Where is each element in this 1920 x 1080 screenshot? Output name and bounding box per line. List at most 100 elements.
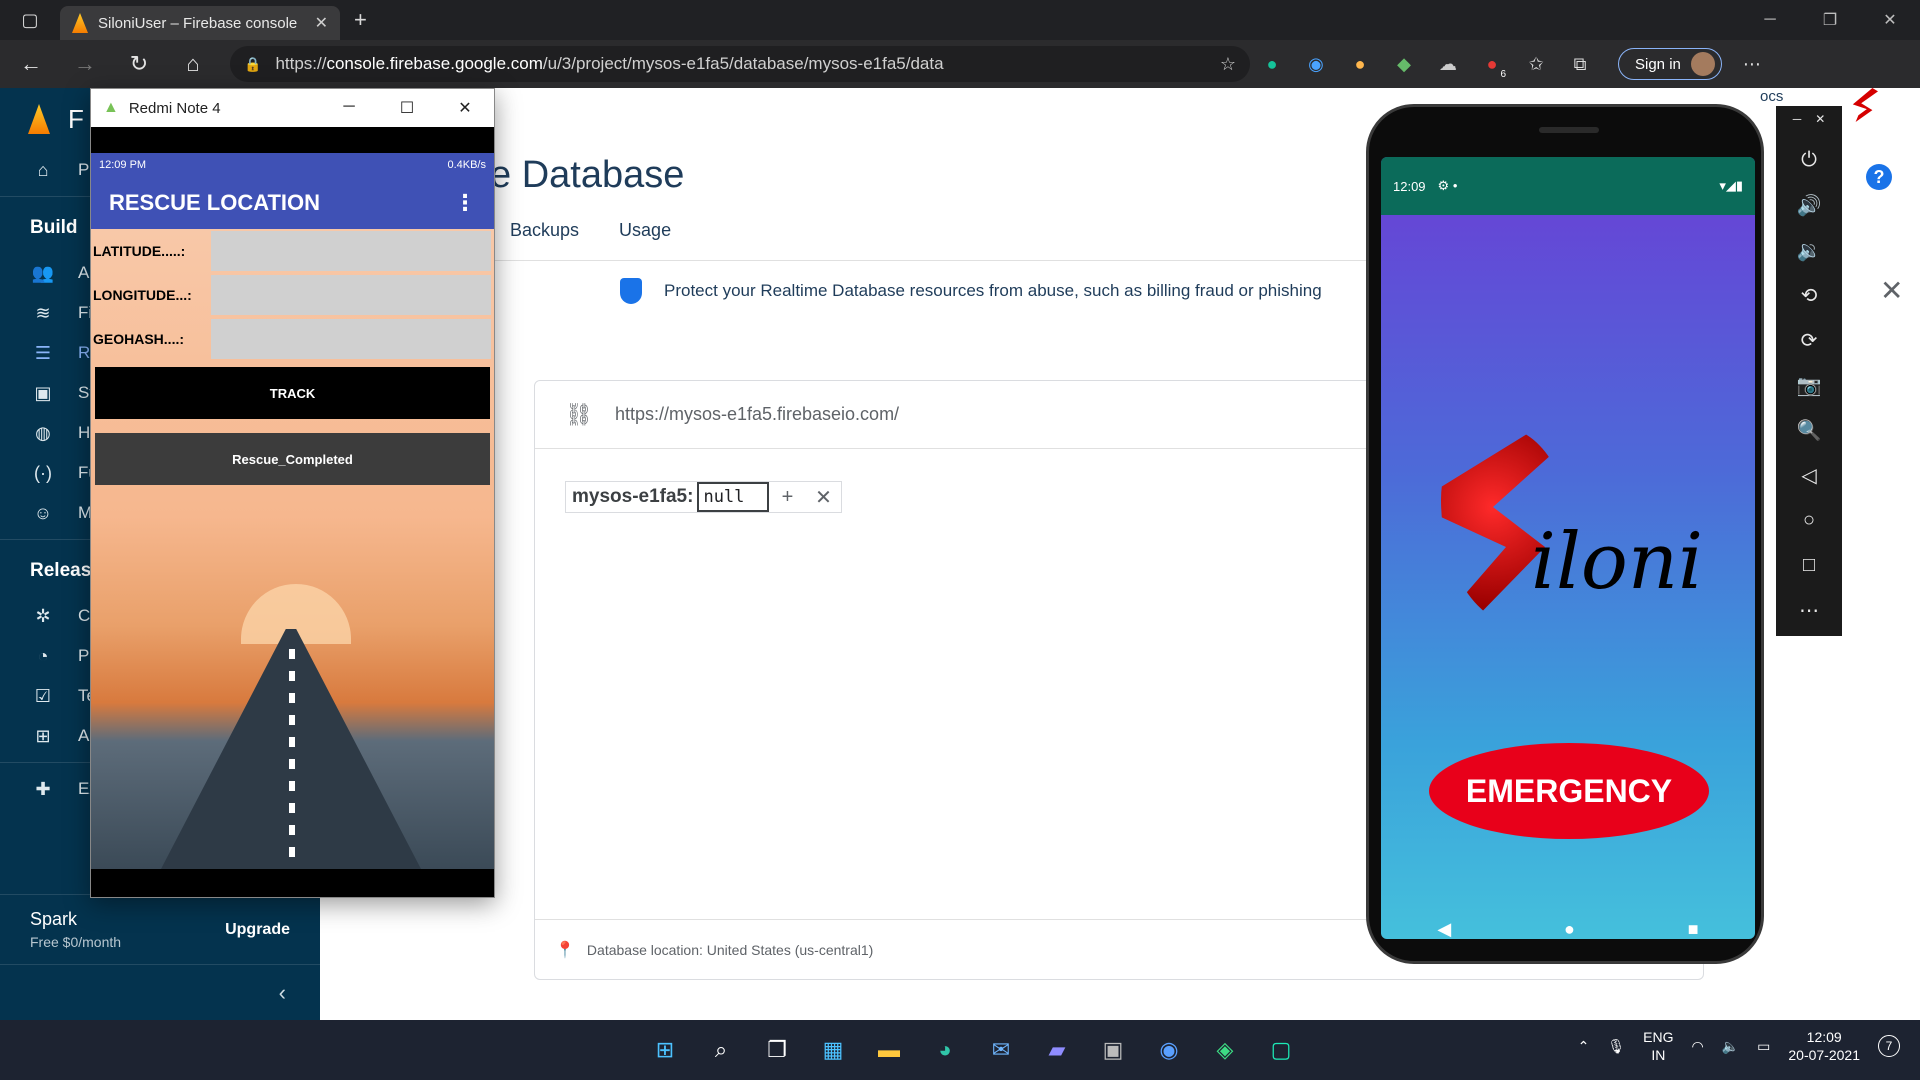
delete-node-icon[interactable]: ✕ xyxy=(805,485,841,510)
app-blue-icon[interactable]: ◉ xyxy=(1149,1030,1189,1070)
tab-actions-icon[interactable]: ▢ xyxy=(0,0,60,40)
browser-tab[interactable]: SiloniUser – Firebase console ✕ xyxy=(60,6,340,40)
language-indicator[interactable]: ENG IN xyxy=(1643,1028,1673,1064)
volume-up-icon[interactable]: 🔊 xyxy=(1797,183,1822,228)
tray-chevron-icon[interactable]: ⌃ xyxy=(1578,1038,1590,1055)
tab-backups[interactable]: Backups xyxy=(510,220,579,241)
zoom-icon[interactable]: 🔍 xyxy=(1797,408,1822,453)
emulator-screen: 12:09 ⚙ • ▾◢▮ iloni EMERGENCY xyxy=(1381,157,1755,939)
clock[interactable]: 12:09 20-07-2021 xyxy=(1788,1028,1860,1064)
nav-back-icon[interactable]: ◀ xyxy=(1437,919,1451,940)
battery-icon[interactable]: ▭ xyxy=(1757,1038,1770,1055)
node-value-input[interactable]: null xyxy=(697,482,770,512)
rescue-completed-button[interactable]: Rescue_Completed xyxy=(95,433,490,485)
redmi-title-bar[interactable]: ▲ Redmi Note 4 ─ ☐ ✕ xyxy=(91,89,494,127)
back-icon[interactable]: ← xyxy=(8,44,54,84)
banner-close-icon[interactable]: ✕ xyxy=(1880,274,1903,307)
volume-down-icon[interactable]: 🔉 xyxy=(1797,228,1822,273)
camera-icon[interactable]: 📷 xyxy=(1797,363,1822,408)
overview-square-icon[interactable]: □ xyxy=(1803,543,1815,588)
new-tab-icon[interactable]: + xyxy=(354,7,367,33)
brand-text: F xyxy=(68,103,84,134)
edge-icon[interactable]: ◕ xyxy=(925,1030,965,1070)
home-circle-icon[interactable]: ○ xyxy=(1803,498,1815,543)
task-view-icon[interactable]: ❐ xyxy=(757,1030,797,1070)
notification-badge[interactable]: 7 xyxy=(1878,1035,1900,1057)
speaker-icon[interactable]: 🔈 xyxy=(1722,1038,1739,1055)
app-green-icon[interactable]: ◈ xyxy=(1205,1030,1245,1070)
home-browser-icon[interactable]: ⌂ xyxy=(170,44,216,84)
app-teal-icon[interactable]: ▢ xyxy=(1261,1030,1301,1070)
add-child-icon[interactable]: + xyxy=(769,486,805,509)
overflow-menu-icon[interactable]: ⋮ xyxy=(454,190,476,216)
ml-icon: ☺ xyxy=(33,502,53,523)
clock-time: 12:09 xyxy=(1806,1029,1842,1045)
emulator-close-icon[interactable]: ✕ xyxy=(1815,112,1825,126)
sign-in-button[interactable]: Sign in xyxy=(1618,48,1722,80)
extension-color-icon[interactable]: ◆ xyxy=(1382,44,1426,84)
close-window-icon[interactable]: ✕ xyxy=(1860,0,1920,40)
emulator-minimize-icon[interactable]: ─ xyxy=(1793,112,1802,126)
address-bar[interactable]: 🔒 https://console.firebase.google.com/u/… xyxy=(230,46,1250,82)
upgrade-button[interactable]: Upgrade xyxy=(225,921,290,939)
firebase-logo-icon xyxy=(28,104,50,134)
url-path: /u/3/project/mysos-e1fa5/database/mysos-… xyxy=(542,54,944,73)
rotate-left-icon[interactable]: ⟲ xyxy=(1801,273,1818,318)
back-triangle-icon[interactable]: ◁ xyxy=(1801,453,1816,498)
hosting-icon: ◍ xyxy=(35,422,51,443)
nav-home-icon[interactable]: ● xyxy=(1564,919,1575,940)
database-url[interactable]: https://mysos-e1fa5.firebaseio.com/ xyxy=(615,404,899,425)
wifi-icon[interactable]: ◠ xyxy=(1691,1038,1703,1055)
microphone-icon[interactable]: 🎙 xyxy=(1607,1038,1625,1055)
home-icon: ⌂ xyxy=(37,159,49,180)
favorites-icon[interactable]: ✩ xyxy=(1514,44,1558,84)
redmi-maximize-icon[interactable]: ☐ xyxy=(378,98,436,118)
shield-icon xyxy=(620,278,642,304)
redmi-screen: 12:09 PM 0.4KB/s RESCUE LOCATION ⋮ LATIT… xyxy=(91,153,494,869)
search-icon[interactable]: ⌕ xyxy=(701,1030,741,1070)
extension-search-icon[interactable]: ◉ xyxy=(1294,44,1338,84)
rescue-body: LATITUDE.....: LONGITUDE...: GEOHASH....… xyxy=(91,229,494,869)
extensions-icon: ✚ xyxy=(35,778,51,799)
android-studio-icon[interactable]: ▣ xyxy=(1093,1030,1133,1070)
extension-red-icon[interactable]: ● 6 xyxy=(1470,44,1514,84)
android-icon: ▲ xyxy=(103,99,119,116)
widgets-icon[interactable]: ▦ xyxy=(813,1030,853,1070)
longitude-field[interactable] xyxy=(211,275,491,315)
redmi-minimize-icon[interactable]: ─ xyxy=(320,98,378,118)
tab-close-icon[interactable]: ✕ xyxy=(315,13,328,33)
emulator-nav-bar: ◀ ● ■ xyxy=(1381,907,1755,951)
track-button[interactable]: TRACK xyxy=(95,367,490,419)
tab-usage[interactable]: Usage xyxy=(619,220,671,241)
emergency-button[interactable]: EMERGENCY xyxy=(1429,743,1709,839)
grammarly-icon[interactable]: ● xyxy=(1250,44,1294,84)
more-icon[interactable]: ⋯ xyxy=(1799,588,1819,633)
geohash-field[interactable] xyxy=(211,319,491,359)
redmi-close-icon[interactable]: ✕ xyxy=(436,98,494,118)
collapse-sidebar-icon[interactable]: ‹ xyxy=(0,964,320,1020)
mail-icon[interactable]: ✉ xyxy=(981,1030,1021,1070)
redmi-status-speed: 0.4KB/s xyxy=(447,159,486,171)
docs-link[interactable]: ocs xyxy=(1760,88,1783,105)
extension-cloud-icon[interactable]: ☁ xyxy=(1426,44,1470,84)
url-prefix: https:// xyxy=(275,54,327,73)
extension-orange-icon[interactable]: ● xyxy=(1338,44,1382,84)
forward-icon[interactable]: → xyxy=(62,44,108,84)
favorite-add-icon[interactable]: ☆ xyxy=(1220,54,1236,75)
more-options-icon[interactable]: ⋯ xyxy=(1730,44,1774,84)
power-icon[interactable]: ⏻ xyxy=(1801,138,1817,183)
help-icon[interactable]: ? xyxy=(1866,164,1892,190)
people-icon: 👥 xyxy=(31,262,55,283)
file-explorer-icon[interactable]: ▬ xyxy=(869,1030,909,1070)
node-key[interactable]: mysos-e1fa5: xyxy=(572,486,693,508)
nav-recents-icon[interactable]: ■ xyxy=(1688,919,1699,940)
refresh-icon[interactable]: ↻ xyxy=(116,44,162,84)
latitude-field[interactable] xyxy=(211,231,491,271)
start-icon[interactable]: ⊞ xyxy=(645,1030,685,1070)
editor-icon[interactable]: ▰ xyxy=(1037,1030,1077,1070)
restore-icon[interactable]: ❐ xyxy=(1800,0,1860,40)
collections-icon[interactable]: ⧉ xyxy=(1558,44,1602,84)
rotate-right-icon[interactable]: ⟳ xyxy=(1801,318,1818,363)
link-icon[interactable]: ⛓ xyxy=(565,402,593,428)
minimize-icon[interactable]: ─ xyxy=(1740,0,1800,40)
